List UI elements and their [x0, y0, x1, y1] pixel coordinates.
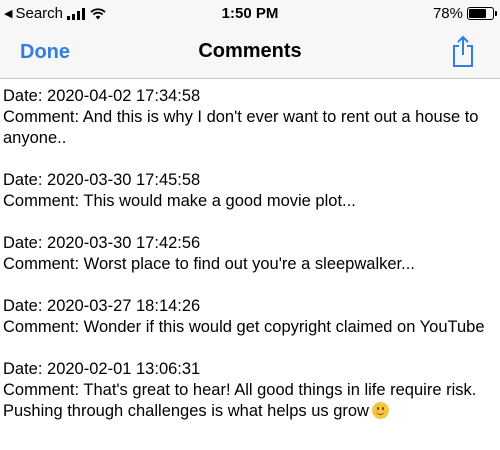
comment-date: Date: 2020-02-01 13:06:31 — [3, 360, 201, 378]
comment-text: Comment: Wonder if this would get copyri… — [3, 318, 485, 336]
page-title: Comments — [198, 40, 302, 62]
share-icon[interactable] — [450, 34, 476, 68]
comment-text: Comment: That's great to hear! All good … — [3, 381, 477, 420]
comment-date: Date: 2020-04-02 17:34:58 — [3, 87, 201, 105]
comment-text: Comment: And this is why I don't ever wa… — [3, 108, 479, 147]
battery-icon — [467, 7, 497, 20]
comment-entry: Date: 2020-04-02 17:34:58 Comment: And t… — [3, 86, 497, 149]
comment-text: Comment: Worst place to find out you're … — [3, 255, 415, 273]
comment-entry: Date: 2020-03-27 18:14:26 Comment: Wonde… — [3, 296, 497, 338]
comment-date: Date: 2020-03-30 17:42:56 — [3, 234, 201, 252]
status-bar: ◀ Search 1:50 PM 78% — [0, 0, 500, 26]
comment-text: Comment: This would make a good movie pl… — [3, 192, 356, 210]
comment-entry: Date: 2020-03-30 17:45:58 Comment: This … — [3, 170, 497, 212]
battery-tip — [495, 11, 497, 16]
battery-fill — [469, 9, 486, 18]
comment-date: Date: 2020-03-27 18:14:26 — [3, 297, 201, 315]
comment-entry: Date: 2020-02-01 13:06:31 Comment: That'… — [3, 359, 497, 422]
comment-date: Date: 2020-03-30 17:45:58 — [3, 171, 201, 189]
comments-list: Date: 2020-04-02 17:34:58 Comment: And t… — [0, 86, 500, 443]
comment-text-with-emoji: Comment: That's great to hear! All good … — [3, 380, 497, 422]
status-right: 78% — [432, 5, 497, 22]
status-time: 1:50 PM — [221, 5, 279, 22]
comment-entry: Date: 2020-03-30 17:42:56 Comment: Worst… — [3, 233, 497, 275]
navigation-bar: Done Comments — [0, 26, 500, 79]
battery-percentage: 78% — [432, 5, 463, 22]
smiling-face-icon — [371, 402, 389, 419]
